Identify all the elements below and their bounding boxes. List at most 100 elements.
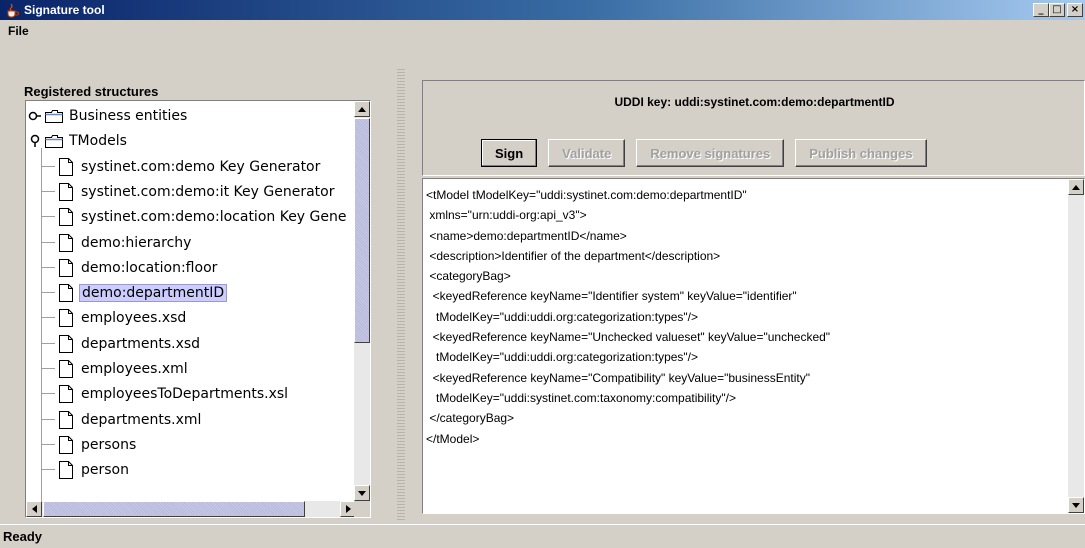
tree-item[interactable]: systinet.com:demo:location Key Gene xyxy=(41,206,349,228)
tree-item[interactable]: demo:departmentID xyxy=(41,282,228,304)
xml-line: <tModel tModelKey="uddi:systinet.com:dem… xyxy=(426,188,747,202)
status-text: Ready xyxy=(3,529,43,544)
tree-item[interactable]: employees.xml xyxy=(41,358,190,380)
tree-item-label: demo:hierarchy xyxy=(81,234,192,251)
tree-item-label: employees.xml xyxy=(81,361,188,377)
tree-item-label: employeesToDepartments.xsl xyxy=(81,386,289,403)
document-icon xyxy=(59,258,73,277)
document-icon xyxy=(59,410,73,429)
tree-vertical-scroll-thumb[interactable] xyxy=(354,118,370,343)
tree-connector-line xyxy=(41,393,55,395)
xml-scroll-down-button[interactable] xyxy=(1068,497,1084,513)
xml-line: xmlns="urn:uddi-org:api_v3"> xyxy=(426,208,587,223)
remove-signatures-button[interactable]: Remove signatures xyxy=(636,139,785,167)
status-bar: Ready xyxy=(0,524,1085,548)
folder-icon xyxy=(45,109,63,123)
uddi-key-label: UDDI key: uddi:systinet.com:demo:departm… xyxy=(614,95,895,109)
tree-connector-line xyxy=(41,469,55,471)
menu-bar: File xyxy=(0,20,1085,64)
tree-item[interactable]: persons xyxy=(41,434,138,456)
tree-item-label: departments.xml xyxy=(81,411,202,428)
tree-item[interactable]: departments.xsd xyxy=(41,333,202,355)
xml-line: <keyedReference keyName="Compatibility" … xyxy=(426,370,811,385)
tree-connector-line xyxy=(41,266,55,268)
tree-connector-line xyxy=(41,368,55,369)
tree-item[interactable]: employeesToDepartments.xsl xyxy=(41,383,290,405)
tree-horizontal-scroll-thumb[interactable] xyxy=(43,501,305,517)
arrow-down-icon xyxy=(358,490,366,496)
xml-line: </categoryBag> xyxy=(426,411,515,426)
expanded-handle-icon[interactable] xyxy=(28,134,42,148)
xml-scroll-up-button[interactable] xyxy=(1068,179,1084,195)
tree-connector-line xyxy=(41,292,55,294)
tree-folder-node[interactable]: Business entities xyxy=(28,105,189,127)
document-icon xyxy=(59,284,73,303)
tree-item-label: systinet.com:demo:location Key Gene xyxy=(81,209,347,226)
tree-connector-line xyxy=(41,418,55,420)
tree-connector-line xyxy=(41,190,55,192)
document-icon xyxy=(59,157,73,176)
tree-connector-line xyxy=(41,317,55,319)
tree-item-label: demo:location:floor xyxy=(81,259,218,276)
document-icon xyxy=(59,385,73,404)
tree-content: Business entities TModels systinet.com:dem… xyxy=(26,101,356,501)
scroll-corner xyxy=(354,501,370,517)
scroll-left-button[interactable] xyxy=(26,501,42,517)
xml-line: tModelKey="uddi:systinet.com:taxonomy:co… xyxy=(426,390,736,405)
tree-folder-node[interactable]: TModels xyxy=(28,130,129,152)
tree-item[interactable]: departments.xml xyxy=(41,409,203,431)
document-icon xyxy=(59,360,73,378)
xml-line: </tModel> xyxy=(426,431,480,446)
tree-item-label: Business entities xyxy=(69,108,188,124)
scroll-down-button[interactable] xyxy=(354,485,370,501)
publish-changes-button[interactable]: Publish changes xyxy=(795,139,927,167)
tree-item[interactable]: systinet.com:demo Key Generator xyxy=(41,156,322,178)
tree-connector-line xyxy=(41,443,55,445)
tree-connector-line xyxy=(41,342,55,344)
tree-vertical-scrollbar[interactable] xyxy=(354,101,370,501)
tree-item-label: systinet.com:demo:it Key Generator xyxy=(81,183,335,200)
document-icon xyxy=(59,435,73,454)
tree-item-label: TModels xyxy=(69,133,127,150)
xml-content: <tModel tModelKey="uddi:systinet.com:dem… xyxy=(426,185,1066,449)
document-icon xyxy=(59,233,73,252)
structures-tree[interactable]: Business entities TModels systinet.com:dem… xyxy=(25,100,371,518)
arrow-up-icon xyxy=(358,106,366,112)
split-pane-divider[interactable] xyxy=(397,68,405,522)
tree-item[interactable]: employees.xsd xyxy=(41,307,188,329)
tree-item-label: systinet.com:demo Key Generator xyxy=(81,158,321,175)
title-bar: Signature tool _ □ × xyxy=(0,0,1085,20)
xml-text-area[interactable]: <tModel tModelKey="uddi:systinet.com:dem… xyxy=(422,178,1085,514)
xml-line: <name>demo:departmentID</name> xyxy=(426,228,627,243)
document-icon xyxy=(59,334,73,353)
scroll-up-button[interactable] xyxy=(354,101,370,117)
close-button[interactable]: × xyxy=(1067,3,1083,17)
window-title: Signature tool xyxy=(24,3,105,17)
xml-line: tModelKey="uddi:uddi.org:categorization:… xyxy=(426,309,699,324)
document-icon xyxy=(59,461,73,480)
tree-horizontal-scrollbar[interactable] xyxy=(26,501,356,517)
arrow-up-icon xyxy=(1072,184,1080,190)
minimize-button[interactable]: _ xyxy=(1033,3,1049,17)
tree-connector-line xyxy=(41,165,55,167)
uddi-key-box: UDDI key: uddi:systinet.com:demo:departm… xyxy=(422,80,1085,176)
tree-item-label: demo:departmentID xyxy=(79,284,228,303)
tree-item[interactable]: systinet.com:demo:it Key Generator xyxy=(41,181,336,203)
menu-file[interactable]: File xyxy=(5,22,32,40)
arrow-down-icon xyxy=(1072,502,1080,508)
detail-panel: UDDI key: uddi:systinet.com:demo:departm… xyxy=(422,80,1085,516)
tree-item[interactable]: demo:location:floor xyxy=(41,257,219,279)
tree-item[interactable]: person xyxy=(41,459,131,481)
maximize-button[interactable]: □ xyxy=(1049,3,1065,17)
document-icon xyxy=(59,182,73,201)
xml-vertical-scrollbar[interactable] xyxy=(1068,179,1084,513)
tree-item-label: departments.xsd xyxy=(81,335,201,352)
collapsed-handle-icon[interactable] xyxy=(28,109,42,123)
xml-line: <keyedReference keyName="Unchecked value… xyxy=(426,330,831,345)
registered-structures-heading: Registered structures xyxy=(24,84,159,99)
xml-line: tModelKey="uddi:uddi.org:categorization:… xyxy=(426,350,699,365)
sign-button[interactable]: Sign xyxy=(481,139,538,167)
validate-button[interactable]: Validate xyxy=(548,139,626,167)
xml-line: <keyedReference keyName="Identifier syst… xyxy=(426,289,797,304)
tree-item[interactable]: demo:hierarchy xyxy=(41,232,193,254)
